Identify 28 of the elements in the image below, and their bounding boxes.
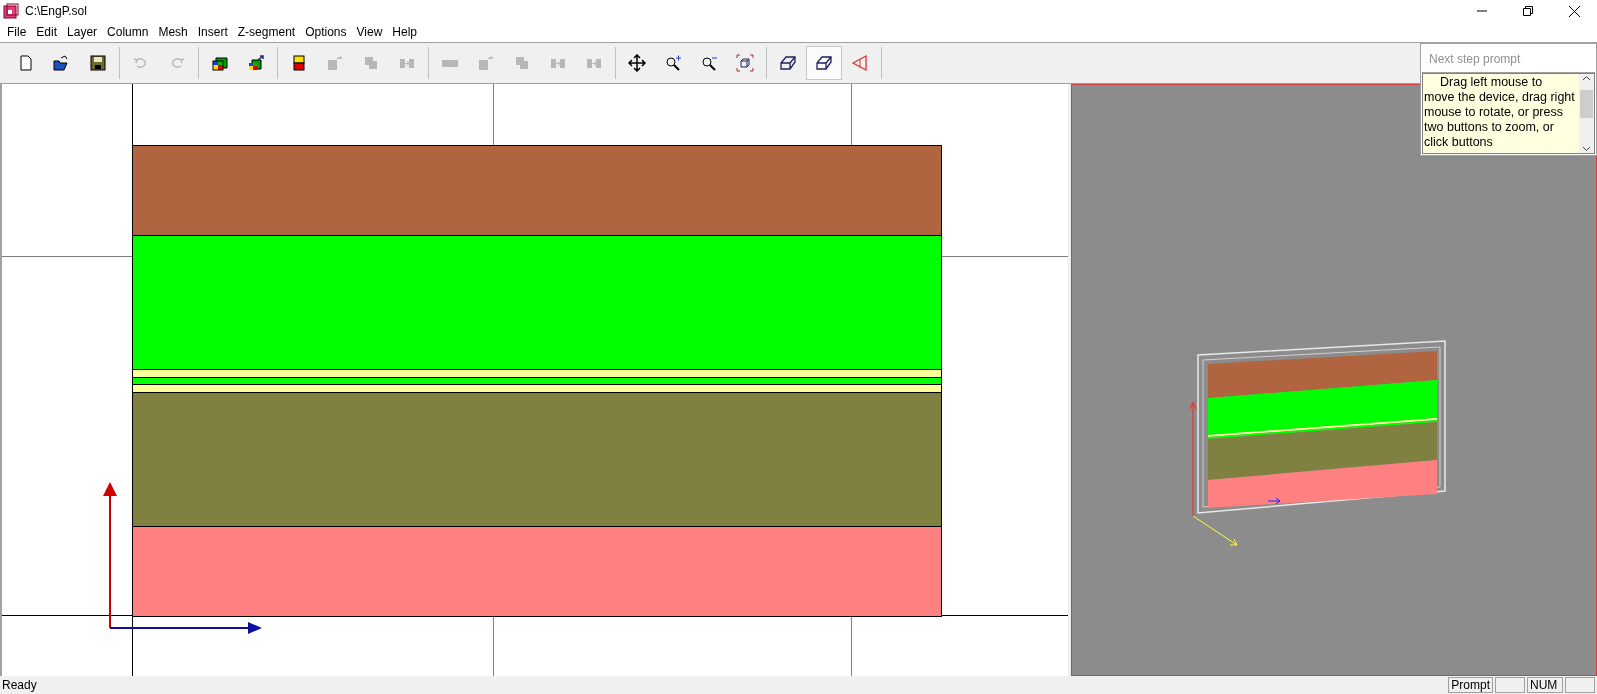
close-icon <box>1568 5 1580 17</box>
menu-item[interactable]: Z-segment <box>232 23 301 41</box>
scroll-down-icon <box>1582 146 1591 152</box>
layer-band[interactable] <box>133 377 941 384</box>
status-message: Ready <box>1 677 38 694</box>
window-title: C:\EngP.sol <box>25 3 87 20</box>
menu-item[interactable]: Mesh <box>153 23 193 41</box>
menu-item[interactable]: Insert <box>192 23 233 41</box>
prompt-message: Drag left mouse to move the device, drag right mouse to rotate, or press two buttons to zoom, or click buttons <box>1423 74 1576 151</box>
menu-item[interactable]: View <box>351 23 388 41</box>
menu-item[interactable]: Column <box>102 23 154 41</box>
status-pane: Prompt <box>1448 677 1493 693</box>
toolbar-button[interactable] <box>806 46 842 80</box>
status-pane <box>1565 677 1595 693</box>
menu-item[interactable]: File <box>2 23 32 41</box>
scrollbar[interactable] <box>1579 74 1594 153</box>
restore-icon <box>1523 6 1533 16</box>
menu-item[interactable]: Options <box>300 23 352 41</box>
layer-band[interactable] <box>133 384 941 392</box>
status-pane: NUM <box>1527 677 1563 693</box>
menu-item[interactable]: Help <box>387 23 422 41</box>
scroll-up-icon <box>1582 75 1591 81</box>
status-pane <box>1495 677 1525 693</box>
layer-band[interactable] <box>133 369 941 377</box>
app-logo-icon <box>3 3 19 19</box>
menu-item[interactable]: Layer <box>62 23 103 41</box>
prompt-input-field[interactable]: Next step prompt <box>1422 45 1595 73</box>
menu-item[interactable]: Edit <box>31 23 63 41</box>
